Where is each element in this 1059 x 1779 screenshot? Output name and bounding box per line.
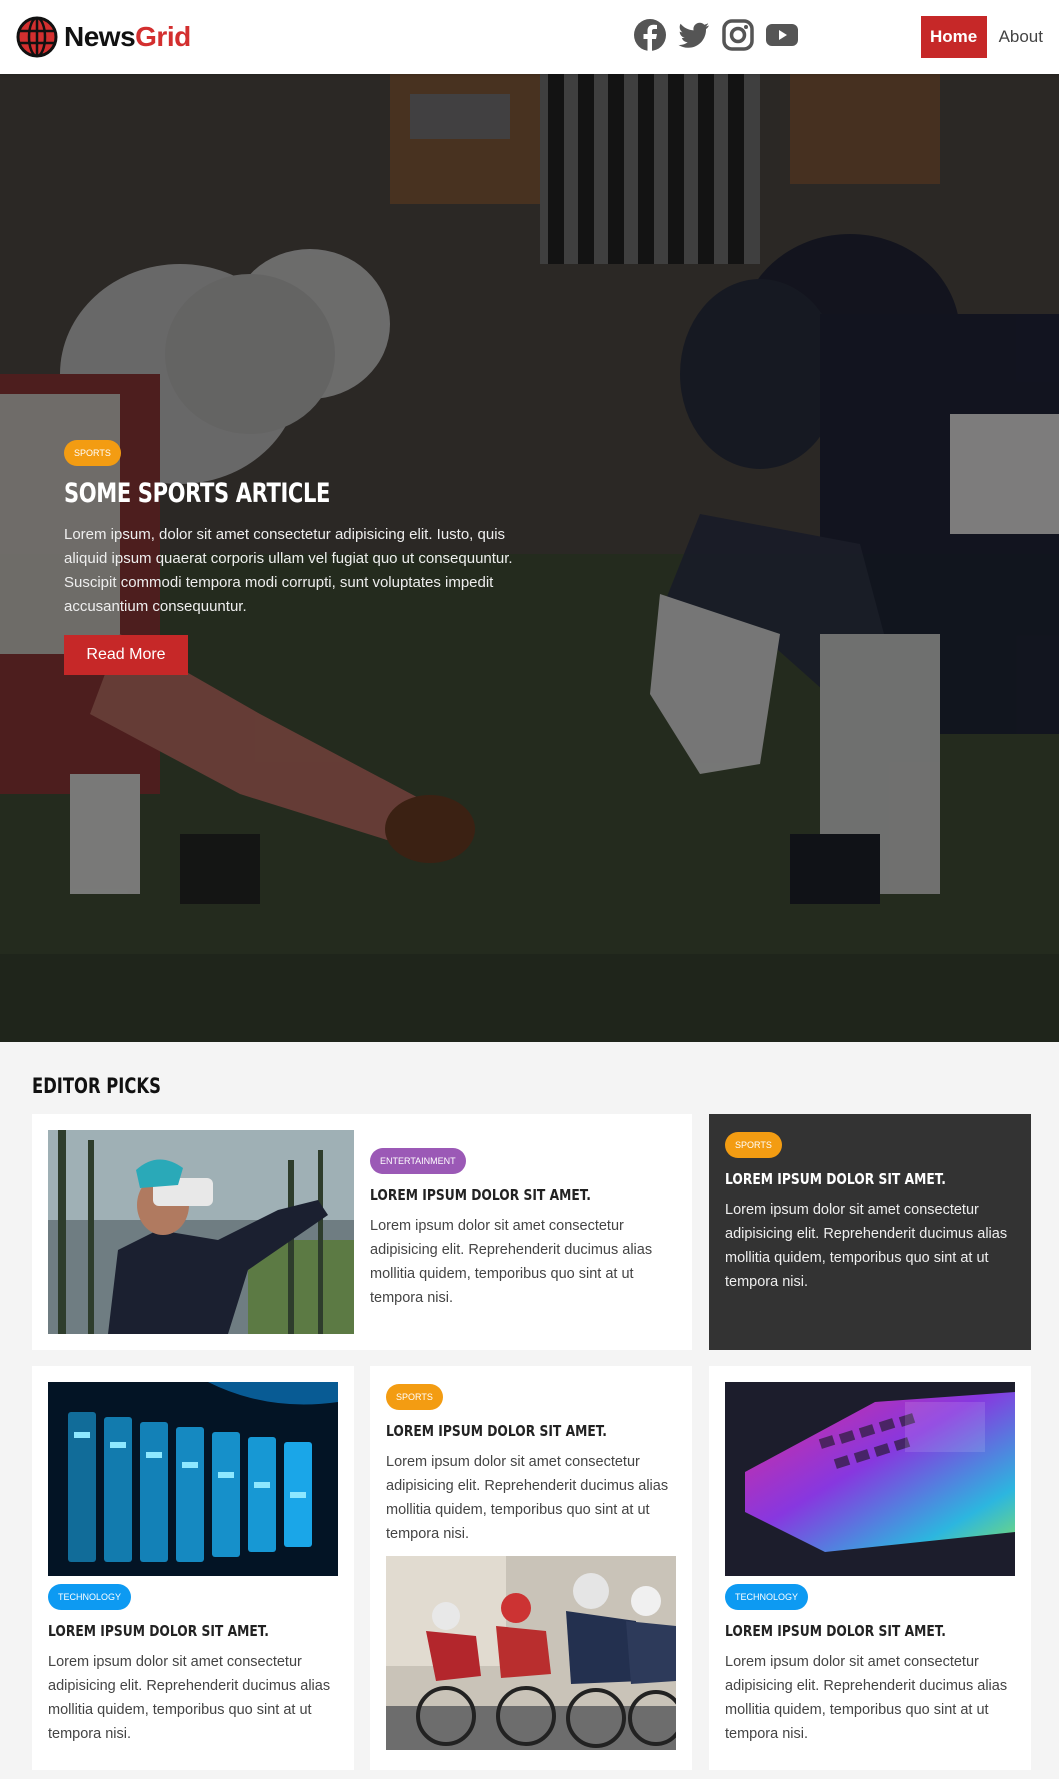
card-text: Lorem ipsum dolor sit amet consectetur a… bbox=[725, 1654, 1008, 1742]
server-rack-image bbox=[48, 1382, 338, 1576]
card-text: Lorem ipsum dolor sit amet consectetur a… bbox=[48, 1654, 331, 1742]
cyclists-image bbox=[386, 1556, 676, 1750]
logo[interactable]: NewsGrid bbox=[16, 16, 191, 58]
logo-text: NewsGrid bbox=[64, 21, 191, 53]
editor-pick-card[interactable]: TECHNOLOGY LOREM IPSUM DOLOR SIT AMET. L… bbox=[709, 1366, 1031, 1770]
card-body: SPORTS LOREM IPSUM DOLOR SIT AMET. Lorem… bbox=[725, 1132, 1017, 1294]
nav-about-link[interactable]: About bbox=[999, 27, 1043, 47]
globe-icon bbox=[16, 16, 58, 58]
editor-pick-card[interactable]: SPORTS LOREM IPSUM DOLOR SIT AMET. Lorem… bbox=[370, 1366, 692, 1770]
card-title[interactable]: LOREM IPSUM DOLOR SIT AMET. bbox=[725, 1622, 964, 1640]
facebook-icon[interactable] bbox=[633, 18, 667, 52]
editor-pick-card[interactable]: SPORTS LOREM IPSUM DOLOR SIT AMET. Lorem… bbox=[709, 1114, 1031, 1350]
social-links bbox=[633, 18, 799, 52]
hero-title: SOME SPORTS ARTICLE bbox=[64, 478, 331, 509]
vr-headset-image bbox=[48, 1130, 354, 1334]
card-category-tag[interactable]: TECHNOLOGY bbox=[48, 1584, 132, 1610]
card-text: Lorem ipsum dolor sit amet consectetur a… bbox=[370, 1218, 653, 1306]
hero-text: Lorem ipsum, dolor sit amet consectetur … bbox=[64, 526, 513, 615]
instagram-icon[interactable] bbox=[721, 18, 755, 52]
card-body: TECHNOLOGY LOREM IPSUM DOLOR SIT AMET. L… bbox=[48, 1584, 340, 1746]
hero-category-tag[interactable]: SPORTS bbox=[64, 440, 121, 466]
card-category-tag[interactable]: TECHNOLOGY bbox=[725, 1584, 809, 1610]
card-text: Lorem ipsum dolor sit amet consectetur a… bbox=[725, 1202, 1008, 1290]
editor-picks-heading: EDITOR PICKS bbox=[32, 1074, 161, 1098]
editor-pick-card[interactable]: TECHNOLOGY LOREM IPSUM DOLOR SIT AMET. L… bbox=[32, 1366, 354, 1770]
read-more-button[interactable]: Read More bbox=[64, 635, 188, 675]
card-body: SPORTS LOREM IPSUM DOLOR SIT AMET. Lorem… bbox=[386, 1384, 678, 1546]
card-body: TECHNOLOGY LOREM IPSUM DOLOR SIT AMET. L… bbox=[725, 1584, 1017, 1746]
hero-content: SPORTS SOME SPORTS ARTICLE Lorem ipsum, … bbox=[64, 440, 534, 675]
laptop-image bbox=[725, 1382, 1015, 1576]
navbar: NewsGrid Home About bbox=[0, 0, 1059, 74]
nav-home-link[interactable]: Home bbox=[920, 16, 987, 58]
logo-news: News bbox=[64, 21, 136, 52]
card-title[interactable]: LOREM IPSUM DOLOR SIT AMET. bbox=[370, 1186, 616, 1204]
card-title[interactable]: LOREM IPSUM DOLOR SIT AMET. bbox=[48, 1622, 287, 1640]
card-title[interactable]: LOREM IPSUM DOLOR SIT AMET. bbox=[386, 1422, 625, 1440]
editor-pick-card[interactable]: ENTERTAINMENT LOREM IPSUM DOLOR SIT AMET… bbox=[32, 1114, 692, 1350]
card-title[interactable]: LOREM IPSUM DOLOR SIT AMET. bbox=[725, 1170, 964, 1188]
nav-links: Home About bbox=[920, 16, 1043, 58]
youtube-icon[interactable] bbox=[765, 18, 799, 52]
logo-grid: Grid bbox=[135, 21, 191, 52]
twitter-icon[interactable] bbox=[677, 18, 711, 52]
hero-section: SPORTS SOME SPORTS ARTICLE Lorem ipsum, … bbox=[0, 74, 1059, 1042]
card-category-tag[interactable]: ENTERTAINMENT bbox=[370, 1148, 466, 1174]
card-body: ENTERTAINMENT LOREM IPSUM DOLOR SIT AMET… bbox=[370, 1148, 670, 1310]
card-category-tag[interactable]: SPORTS bbox=[386, 1384, 443, 1410]
card-category-tag[interactable]: SPORTS bbox=[725, 1132, 782, 1158]
card-text: Lorem ipsum dolor sit amet consectetur a… bbox=[386, 1454, 669, 1542]
